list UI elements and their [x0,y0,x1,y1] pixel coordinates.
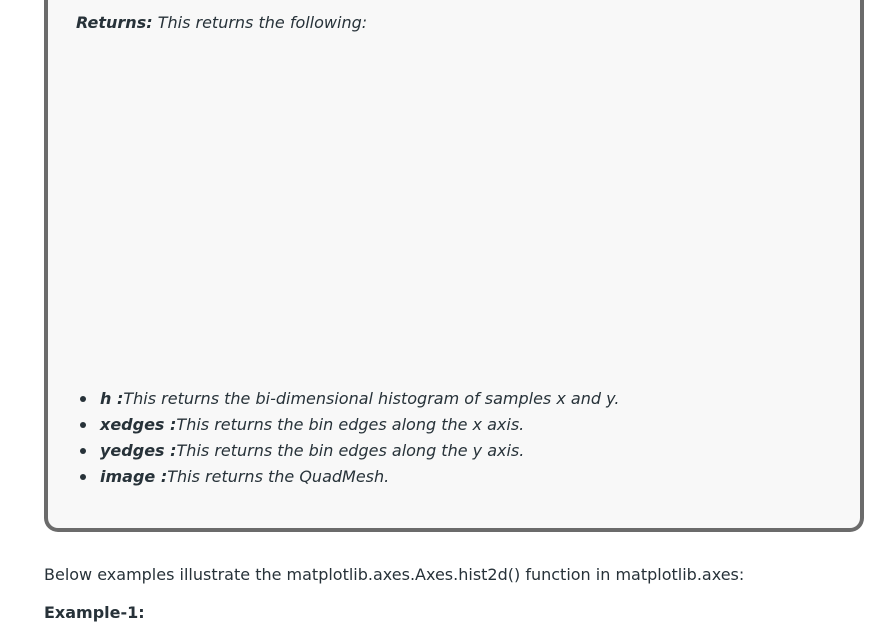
document-page: Returns: This returns the following: h :… [0,0,890,636]
list-item: image :This returns the QuadMesh. [79,464,619,490]
returns-text: This returns the following: [152,13,368,32]
list-item-description: This returns the bi-dimensional histogra… [123,389,620,408]
example-heading: Example-1: [44,603,145,622]
list-item-term: xedges : [100,415,177,434]
list-item-term: h : [100,389,124,408]
list-item-term: image : [100,467,168,486]
list-item-description: This returns the QuadMesh. [167,467,390,486]
returns-box: Returns: This returns the following: h :… [44,0,864,532]
list-item: xedges :This returns the bin edges along… [79,412,619,438]
list-item-description: This returns the bin edges along the y a… [176,441,525,460]
list-item-term: yedges : [100,441,177,460]
list-item: yedges :This returns the bin edges along… [79,438,619,464]
list-item-description: This returns the bin edges along the x a… [176,415,525,434]
returns-list: h :This returns the bi-dimensional histo… [76,386,619,490]
returns-line: Returns: This returns the following: [76,13,367,32]
list-item: h :This returns the bi-dimensional histo… [79,386,620,412]
intro-paragraph: Below examples illustrate the matplotlib… [44,565,745,584]
returns-label: Returns: [76,13,153,32]
